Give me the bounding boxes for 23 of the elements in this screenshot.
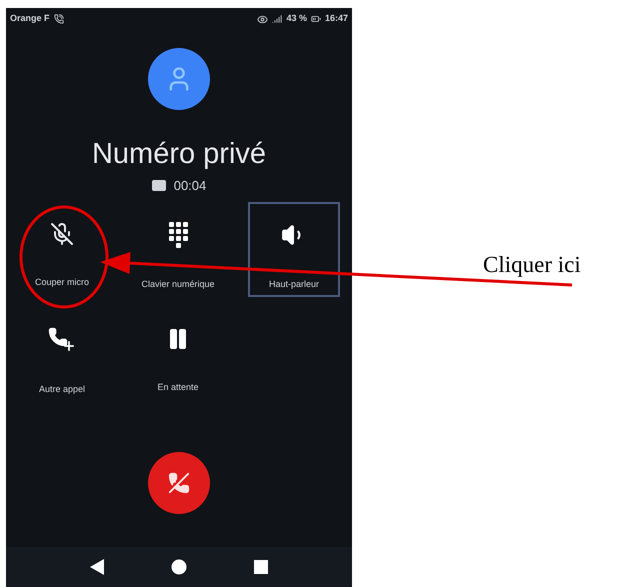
signal-icon [272, 14, 282, 24]
call-action-button[interactable]: En attente [132, 306, 224, 402]
call-action-button[interactable]: Clavier numérique [132, 202, 224, 296]
hd-icon [152, 180, 166, 192]
back-icon[interactable] [90, 559, 104, 575]
caller-name: Numéro privé [92, 137, 266, 172]
battery-percent: 43 % [286, 12, 307, 26]
instruction-text: Cliquer ici [483, 251, 581, 279]
clock-time: 16:47 [324, 12, 348, 26]
recents-icon[interactable] [254, 560, 268, 574]
add-call-icon [48, 326, 76, 352]
eye-icon [257, 14, 268, 24]
carrier-name: Orange F [10, 12, 50, 26]
home-icon[interactable] [170, 559, 187, 575]
call-action-button[interactable]: Couper micro [16, 202, 108, 296]
battery-icon [310, 14, 321, 24]
call-action-button[interactable]: Autre appel [16, 306, 108, 402]
keypad-icon [168, 222, 188, 248]
call-icon [54, 14, 64, 24]
call-duration: 00:04 [174, 177, 206, 195]
hang-up-icon [168, 472, 190, 494]
call-action-button[interactable]: Haut-parleur [248, 202, 340, 296]
mic-off-icon [50, 222, 74, 246]
